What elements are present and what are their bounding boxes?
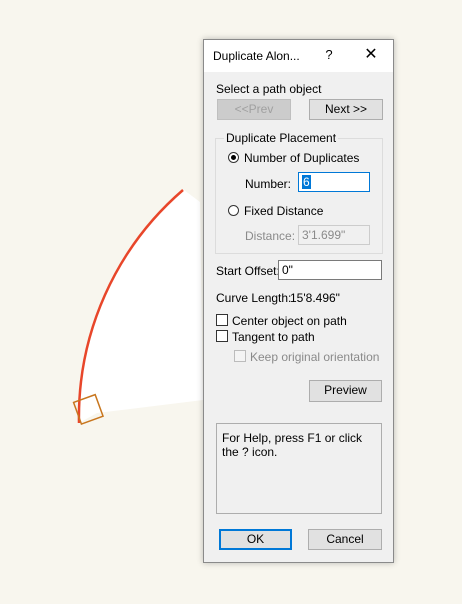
curve-length-value: 15'8.496": [290, 291, 340, 305]
keep-orientation-label: Keep original orientation: [250, 350, 380, 364]
close-icon[interactable]: ✕: [362, 46, 380, 64]
duplicate-placement-legend: Duplicate Placement: [224, 131, 339, 145]
number-label: Number:: [245, 177, 292, 191]
prev-button[interactable]: <<Prev: [217, 99, 291, 120]
keep-orientation-checkbox[interactable]: [234, 350, 246, 362]
start-offset-label: Start Offset:: [216, 264, 280, 278]
number-input[interactable]: 6: [298, 172, 370, 192]
help-icon[interactable]: ?: [323, 47, 335, 63]
tangent-to-path-checkbox[interactable]: [216, 330, 228, 342]
distance-input[interactable]: 3'1.699": [298, 225, 370, 245]
center-on-path-label[interactable]: Center object on path: [232, 314, 347, 328]
dialog-title: Duplicate Alon...: [213, 49, 300, 63]
tangent-to-path-label[interactable]: Tangent to path: [232, 330, 315, 344]
number-of-duplicates-label[interactable]: Number of Duplicates: [244, 151, 359, 165]
distance-label: Distance:: [245, 229, 296, 243]
curve-length-label: Curve Length:: [216, 291, 292, 305]
select-path-prompt: Select a path object: [216, 82, 322, 96]
duplicate-along-path-dialog: Duplicate Alon... ? ✕ Select a path obje…: [203, 39, 394, 563]
center-on-path-checkbox[interactable]: [216, 314, 228, 326]
help-text-box: For Help, press F1 or click the ? icon.: [216, 423, 382, 514]
number-of-duplicates-radio[interactable]: [228, 152, 239, 163]
start-offset-input[interactable]: 0": [278, 260, 382, 280]
cancel-button[interactable]: Cancel: [308, 529, 382, 550]
next-button[interactable]: Next >>: [309, 99, 383, 120]
number-input-value: 6: [302, 175, 311, 189]
title-bar: Duplicate Alon... ? ✕: [204, 40, 393, 72]
fixed-distance-radio[interactable]: [228, 205, 239, 216]
ok-button[interactable]: OK: [219, 529, 292, 550]
fixed-distance-label[interactable]: Fixed Distance: [244, 204, 323, 218]
preview-button[interactable]: Preview: [309, 380, 382, 402]
arc-sector-fill: [78, 190, 203, 423]
